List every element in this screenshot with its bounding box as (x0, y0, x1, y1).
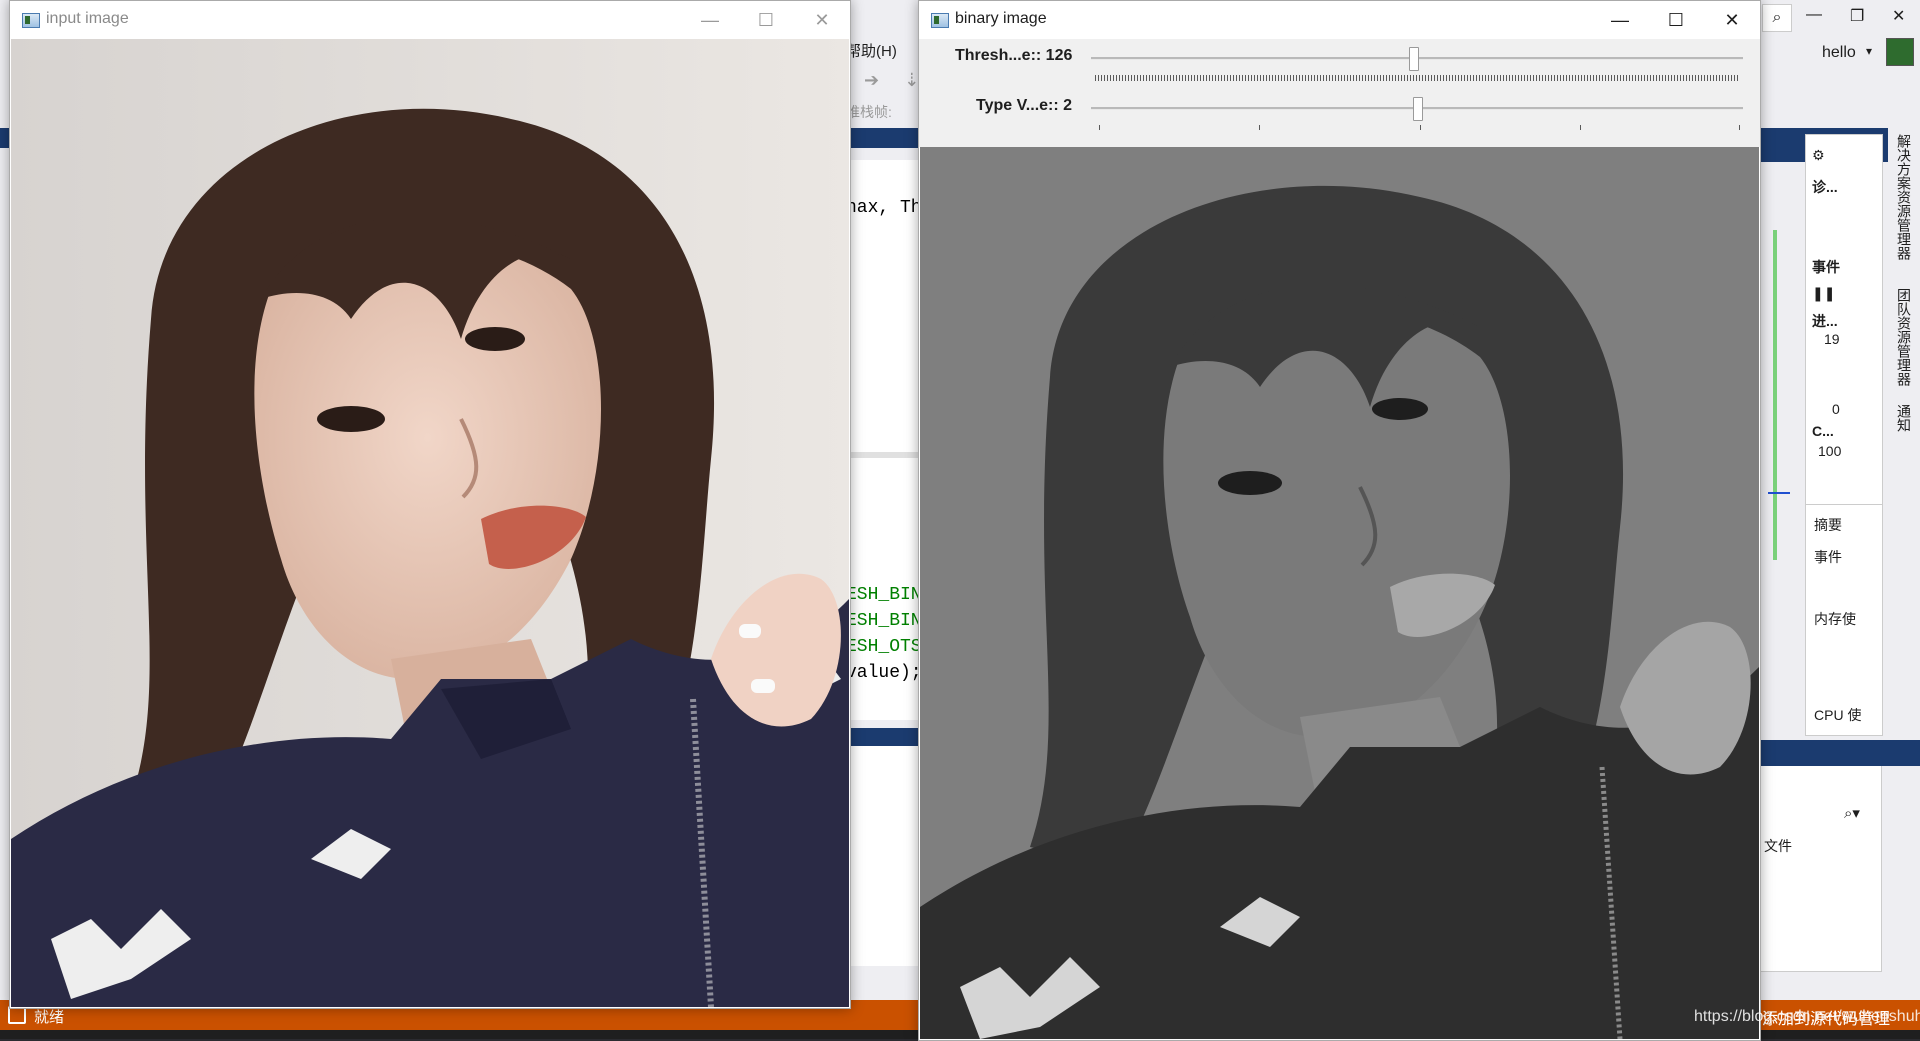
search-icon[interactable]: ⌕ (1762, 4, 1792, 32)
diagnostics-panel: ⚙ 诊... 事件 ❚❚ 进... 19 0 C... 100 (1805, 134, 1883, 506)
avatar[interactable] (1886, 38, 1914, 66)
type-trackbar-thumb[interactable] (1413, 97, 1423, 121)
watermark: https://blog.csdn.net/wuhenshuhe (1694, 1008, 1920, 1025)
type-trackbar-tick (1739, 125, 1740, 130)
gear-icon[interactable]: ⚙ (1812, 147, 1825, 164)
thresholded-portrait (920, 147, 1759, 1039)
cpu-value: 100 (1818, 443, 1842, 459)
status-ready: 就绪 (34, 1009, 65, 1026)
window-titlebar[interactable]: binary image — ☐ ✕ (919, 1, 1760, 39)
window-title: input image (46, 10, 129, 27)
cpu-header[interactable]: C... (1812, 423, 1834, 439)
scrollbar-marker (1768, 492, 1790, 494)
threshold-trackbar-ticks (1095, 75, 1739, 81)
code-editor[interactable]: nax, Thi ESH_BIN. ESH_BIN. ESH_OTSU valu… (846, 160, 932, 720)
input-image-window[interactable]: input image — ☐ ✕ (9, 0, 851, 1009)
close-icon[interactable]: ✕ (794, 1, 850, 39)
window-titlebar[interactable]: input image — ☐ ✕ (10, 1, 850, 39)
close-icon[interactable]: ✕ (1892, 6, 1905, 26)
type-trackbar-label: Type V...e:: 2 (976, 97, 1073, 114)
type-trackbar-tick (1420, 125, 1421, 130)
window-title: binary image (955, 10, 1047, 27)
file-label: 文件 (1764, 838, 1792, 854)
maximize-icon[interactable]: ☐ (1648, 1, 1704, 39)
app-icon (22, 13, 40, 28)
process-value: 0 (1832, 401, 1840, 417)
output-panel (846, 746, 922, 966)
restore-icon[interactable]: ❐ (1850, 6, 1864, 26)
maximize-icon[interactable]: ☐ (738, 1, 794, 39)
diagnostics-title: 诊... (1812, 179, 1838, 195)
minimize-icon[interactable]: — (1806, 6, 1822, 24)
type-trackbar-tick (1259, 125, 1260, 130)
code-line: value); (846, 663, 922, 683)
process-header[interactable]: 进... (1812, 311, 1838, 331)
memory-usage-label[interactable]: 内存使 (1814, 609, 1856, 629)
cpu-usage-label[interactable]: CPU 使 (1814, 705, 1861, 725)
stack-frame-label: 堆栈帧: (846, 104, 892, 120)
menu-help[interactable]: 帮助(H) (846, 40, 897, 61)
type-trackbar-tick (1580, 125, 1581, 130)
events-header[interactable]: 事件 (1812, 257, 1840, 277)
output-panel-header (846, 728, 922, 746)
scrollbar-indicator (1773, 230, 1777, 560)
editor-divider (846, 452, 922, 458)
user-name[interactable]: hello (1822, 44, 1856, 62)
binary-image-window[interactable]: binary image — ☐ ✕ Thresh...e:: 126 Type… (918, 0, 1761, 1041)
trackbar-panel: Thresh...e:: 126 Type V...e:: 2 (919, 39, 1760, 147)
tab-summary[interactable]: 摘要 (1814, 515, 1842, 535)
search-icon[interactable]: ⌕▾ (1844, 804, 1860, 822)
minimize-icon[interactable]: — (682, 1, 738, 39)
minimize-icon[interactable]: — (1592, 1, 1648, 39)
tab-notifications[interactable]: 通知 (1894, 404, 1914, 432)
process-value: 19 (1824, 331, 1840, 347)
solution-panel-titlebar (1760, 740, 1920, 766)
pause-icon[interactable]: ❚❚ (1812, 285, 1835, 302)
app-icon (931, 13, 949, 28)
portrait-photo (11, 39, 849, 1007)
tab-solution-explorer[interactable]: 解决方案资源管理器 (1894, 134, 1914, 260)
chevron-down-icon[interactable]: ▾ (1866, 44, 1872, 58)
threshold-trackbar-thumb[interactable] (1409, 47, 1420, 71)
summary-panel: 摘要 事件 内存使 CPU 使 (1805, 504, 1883, 736)
solution-panel (1760, 740, 1882, 972)
input-image (11, 39, 849, 1007)
binary-image (920, 147, 1759, 1039)
right-vertical-tabs: 解决方案资源管理器 团队资源管理器 通知 (1888, 128, 1920, 448)
summary-events[interactable]: 事件 (1814, 547, 1842, 567)
tab-team-explorer[interactable]: 团队资源管理器 (1894, 288, 1914, 386)
close-icon[interactable]: ✕ (1704, 1, 1760, 39)
type-trackbar-tick (1099, 125, 1100, 130)
threshold-trackbar-label: Thresh...e:: 126 (955, 47, 1073, 64)
